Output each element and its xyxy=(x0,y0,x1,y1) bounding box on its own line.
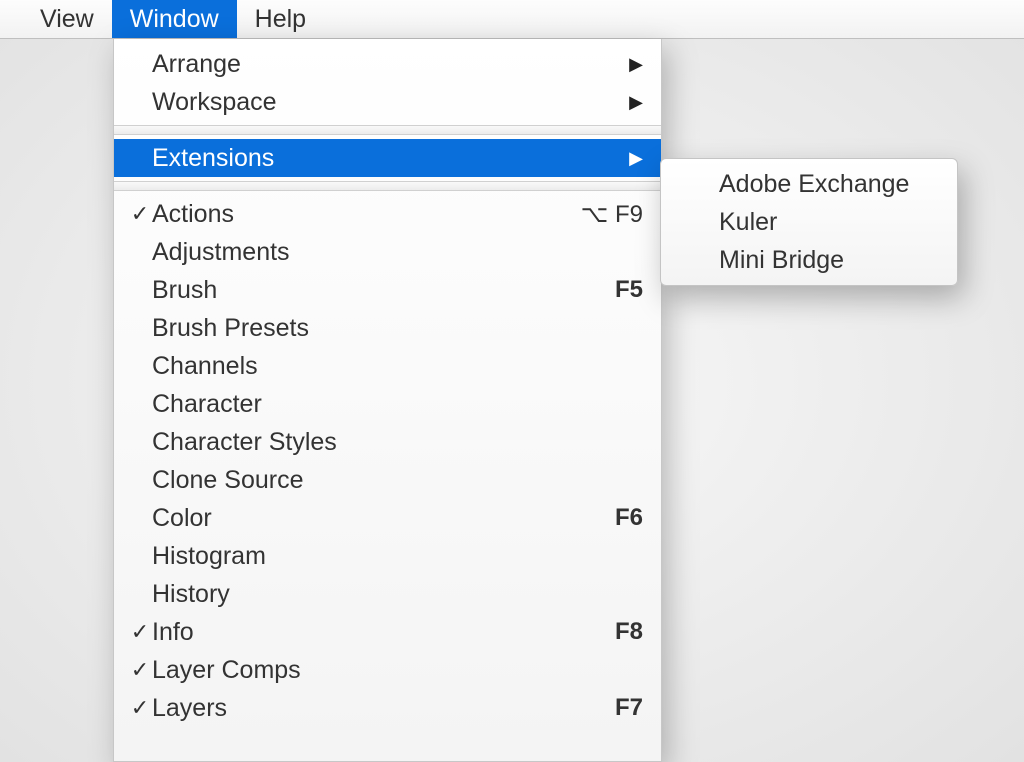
window-dropdown: Arrange ▶ Workspace ▶ Extensions ▶ ✓ Act… xyxy=(113,39,662,762)
menu-item-label: Color xyxy=(152,504,212,533)
menu-item-label: Adobe Exchange xyxy=(719,170,909,199)
menu-item-label: Character Styles xyxy=(152,428,337,457)
menu-item-label: Histogram xyxy=(152,542,266,571)
menu-item-layers[interactable]: ✓ Layers F7 xyxy=(114,689,661,727)
menu-item-label: Adjustments xyxy=(152,238,290,267)
check-icon: ✓ xyxy=(128,657,152,683)
submenu-item-kuler[interactable]: Kuler xyxy=(661,203,957,241)
menu-shortcut: F6 xyxy=(615,504,643,532)
submenu-item-adobe-exchange[interactable]: Adobe Exchange xyxy=(661,165,957,203)
menu-item-label: Channels xyxy=(152,352,258,381)
extensions-submenu: Adobe Exchange Kuler Mini Bridge xyxy=(660,158,958,286)
menu-item-label: Mini Bridge xyxy=(719,246,844,275)
menu-item-histogram[interactable]: Histogram xyxy=(114,537,661,575)
menu-help[interactable]: Help xyxy=(237,0,324,38)
menu-item-label: History xyxy=(152,580,230,609)
menu-item-label: Actions xyxy=(152,200,234,229)
menu-item-label: Character xyxy=(152,390,262,419)
menu-item-label: Layers xyxy=(152,694,227,723)
menu-item-history[interactable]: History xyxy=(114,575,661,613)
menu-item-info[interactable]: ✓ Info F8 xyxy=(114,613,661,651)
menubar: View Window Help xyxy=(0,0,1024,39)
menu-item-label: Kuler xyxy=(719,208,777,237)
menu-item-label: Info xyxy=(152,618,194,647)
submenu-arrow-icon: ▶ xyxy=(629,54,643,75)
menu-shortcut: F8 xyxy=(615,618,643,646)
menu-item-brush-presets[interactable]: Brush Presets xyxy=(114,309,661,347)
submenu-arrow-icon: ▶ xyxy=(629,92,643,113)
menu-item-character-styles[interactable]: Character Styles xyxy=(114,423,661,461)
menu-item-label: Extensions xyxy=(152,144,274,173)
menu-shortcut: F7 xyxy=(615,694,643,722)
menu-item-label: Brush xyxy=(152,276,217,305)
menu-item-character[interactable]: Character xyxy=(114,385,661,423)
menu-item-channels[interactable]: Channels xyxy=(114,347,661,385)
submenu-item-mini-bridge[interactable]: Mini Bridge xyxy=(661,241,957,279)
menu-item-actions[interactable]: ✓ Actions ⌥ F9 xyxy=(114,195,661,233)
menu-window[interactable]: Window xyxy=(112,0,237,38)
submenu-arrow-icon: ▶ xyxy=(629,148,643,169)
menu-item-label: Clone Source xyxy=(152,466,303,495)
menu-item-label: Brush Presets xyxy=(152,314,309,343)
menu-item-extensions[interactable]: Extensions ▶ xyxy=(114,139,661,177)
menu-separator xyxy=(114,181,661,191)
menu-item-arrange[interactable]: Arrange ▶ xyxy=(114,45,661,83)
menu-separator xyxy=(114,125,661,135)
menu-item-label: Workspace xyxy=(152,88,277,117)
menu-item-label: Layer Comps xyxy=(152,656,301,685)
menu-shortcut: F5 xyxy=(615,276,643,304)
menu-shortcut: ⌥ F9 xyxy=(581,200,643,229)
menu-item-label: Arrange xyxy=(152,50,241,79)
menu-item-clone-source[interactable]: Clone Source xyxy=(114,461,661,499)
menu-item-workspace[interactable]: Workspace ▶ xyxy=(114,83,661,121)
menu-item-brush[interactable]: Brush F5 xyxy=(114,271,661,309)
menu-item-color[interactable]: Color F6 xyxy=(114,499,661,537)
menu-item-adjustments[interactable]: Adjustments xyxy=(114,233,661,271)
menu-item-layer-comps[interactable]: ✓ Layer Comps xyxy=(114,651,661,689)
check-icon: ✓ xyxy=(128,619,152,645)
check-icon: ✓ xyxy=(128,695,152,721)
check-icon: ✓ xyxy=(128,201,152,227)
menu-view[interactable]: View xyxy=(22,0,112,38)
